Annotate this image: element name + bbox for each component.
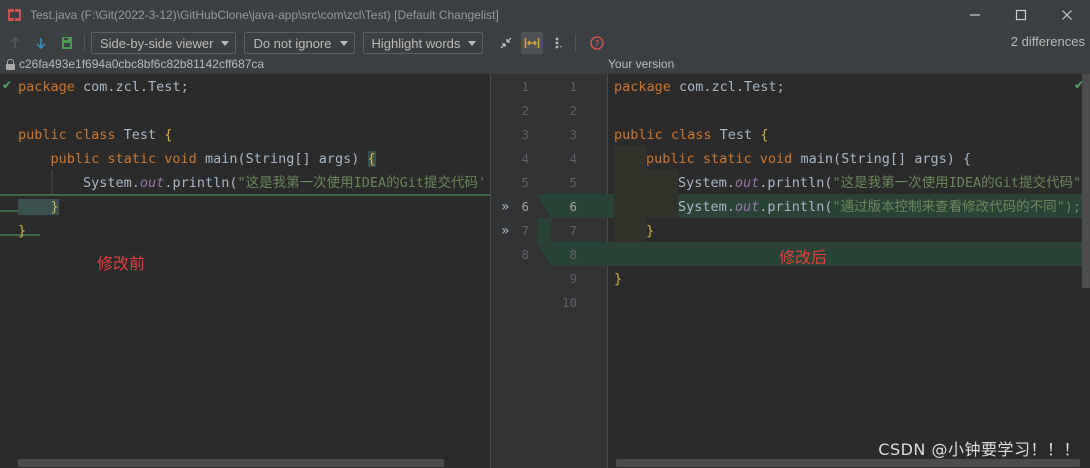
diff-app-icon: [8, 8, 22, 22]
check-icon: ✔: [1073, 78, 1084, 92]
jump-to-source-button[interactable]: [56, 32, 78, 54]
highlight-mode-select[interactable]: Highlight words: [362, 32, 484, 54]
close-button[interactable]: [1044, 0, 1090, 30]
lock-icon: [6, 59, 15, 70]
previous-difference-button[interactable]: [4, 32, 26, 54]
chevron-down-icon: [339, 40, 348, 46]
right-line-number: 2: [569, 103, 577, 118]
after-change-annotation: 修改后: [779, 248, 828, 267]
viewer-mode-select[interactable]: Side-by-side viewer: [91, 32, 237, 54]
right-change-highlight: [608, 242, 1090, 266]
window-controls: [952, 0, 1090, 30]
right-version-label: Your version: [608, 57, 675, 71]
maximize-button[interactable]: [998, 0, 1044, 30]
left-revision: c26fa493e1f694a0cbc8bf6c82b81142cff687ca: [6, 57, 264, 71]
next-difference-button[interactable]: [30, 32, 52, 54]
left-line-number: 1: [521, 79, 529, 94]
right-line-number: 6: [569, 199, 577, 214]
differences-count: 2 differences: [1010, 34, 1085, 49]
right-horizontal-scrollbar[interactable]: [616, 459, 1080, 467]
code-line-1: package com.zcl.Test;: [614, 79, 785, 95]
code-line-1: package com.zcl.Test;: [18, 79, 189, 95]
more-options-button[interactable]: [547, 32, 569, 54]
sync-scroll-toggle[interactable]: [521, 32, 544, 54]
revision-hash: c26fa493e1f694a0cbc8bf6c82b81142cff687ca: [19, 57, 265, 71]
code-line-9: }: [614, 271, 623, 287]
code-line-4: public static void main(String[] args) {: [646, 151, 972, 167]
help-icon: ?: [590, 36, 605, 50]
code-line-6: System.out.println("通过版本控制来查看修改代码的不同");: [678, 199, 1081, 215]
close-icon: [1062, 10, 1072, 20]
watermark: CSDN @小钟要学习！！！: [878, 440, 1080, 459]
collapse-unchanged-button[interactable]: [495, 32, 517, 54]
right-line-number: 8: [569, 247, 577, 262]
more-vertical-icon: [555, 37, 563, 49]
right-line-number: 1: [569, 79, 577, 94]
left-horizontal-scrollbar[interactable]: [18, 459, 444, 467]
left-line-number: 3: [521, 127, 529, 142]
maximize-icon: [1015, 9, 1027, 21]
code-line-4: public static void main(String[] args) {: [50, 151, 376, 167]
left-line-number: 4: [521, 151, 529, 166]
arrow-down-icon: [36, 38, 46, 49]
edit-source-icon: [62, 37, 72, 49]
whitespace-mode-select[interactable]: Do not ignore: [244, 32, 355, 54]
right-line-number: 5: [569, 175, 577, 190]
diff-toolbar: Side-by-side viewer Do not ignore Highli…: [0, 30, 1090, 56]
code-line-5: System.out.println("这是我第一次使用IDEA的Git提交代码…: [18, 175, 487, 191]
diff-gutter: 1 2 3 4 5 » 6 » 7 8 1 2 3 4 5 6 7 8 9 10: [490, 74, 609, 468]
title-bar: Test.java (F:\Git(2022-3-12)\GitHubClone…: [0, 0, 1090, 30]
window-title: Test.java (F:\Git(2022-3-12)\GitHubClone…: [30, 8, 499, 22]
left-line-number: 6: [521, 199, 529, 214]
code-line-3: public class Test {: [614, 127, 769, 143]
whitespace-mode-label: Do not ignore: [253, 35, 332, 51]
minimize-icon: [970, 14, 980, 16]
right-line-number: 9: [569, 271, 577, 286]
chevron-down-icon: [221, 40, 230, 46]
viewer-mode-label: Side-by-side viewer: [100, 35, 214, 51]
minimize-button[interactable]: [952, 0, 998, 30]
right-vertical-scrollbar[interactable]: [1082, 74, 1090, 288]
code-line-3: public class Test {: [18, 127, 173, 143]
right-line-number: 3: [569, 127, 577, 142]
check-icon: ✔: [2, 78, 13, 92]
toolbar-separator: [84, 34, 85, 52]
right-line-number: 7: [569, 223, 577, 238]
code-line-5: System.out.println("这是我第一次使用IDEA的Git提交代码…: [678, 175, 1090, 191]
right-editor[interactable]: package com.zcl.Test; public class Test …: [608, 74, 1090, 468]
left-editor[interactable]: package com.zcl.Test; public class Test …: [0, 74, 490, 468]
sync-scroll-icon: [525, 38, 540, 48]
toolbar-separator: [575, 34, 577, 52]
arrow-up-icon: [10, 37, 20, 48]
left-line-number: 5: [521, 175, 529, 190]
indent-block-highlight: [646, 170, 678, 218]
indent-block-highlight: [614, 146, 646, 242]
code-line-6: }: [18, 199, 59, 215]
chevron-down-icon: [468, 40, 477, 46]
left-line-number: 8: [521, 247, 529, 262]
right-line-number: 10: [561, 295, 577, 310]
right-line-number: 4: [569, 151, 577, 166]
left-line-number: 7: [521, 223, 529, 238]
revision-header: c26fa493e1f694a0cbc8bf6c82b81142cff687ca…: [0, 56, 1090, 74]
code-line-7: }: [646, 223, 655, 239]
code-line-7: }: [18, 223, 27, 239]
svg-text:?: ?: [595, 40, 600, 50]
left-line-number: 2: [521, 103, 529, 118]
help-button[interactable]: ?: [586, 32, 608, 54]
highlight-mode-label: Highlight words: [371, 35, 461, 51]
collapse-icon: [500, 37, 512, 49]
before-change-annotation: 修改前: [97, 254, 146, 273]
